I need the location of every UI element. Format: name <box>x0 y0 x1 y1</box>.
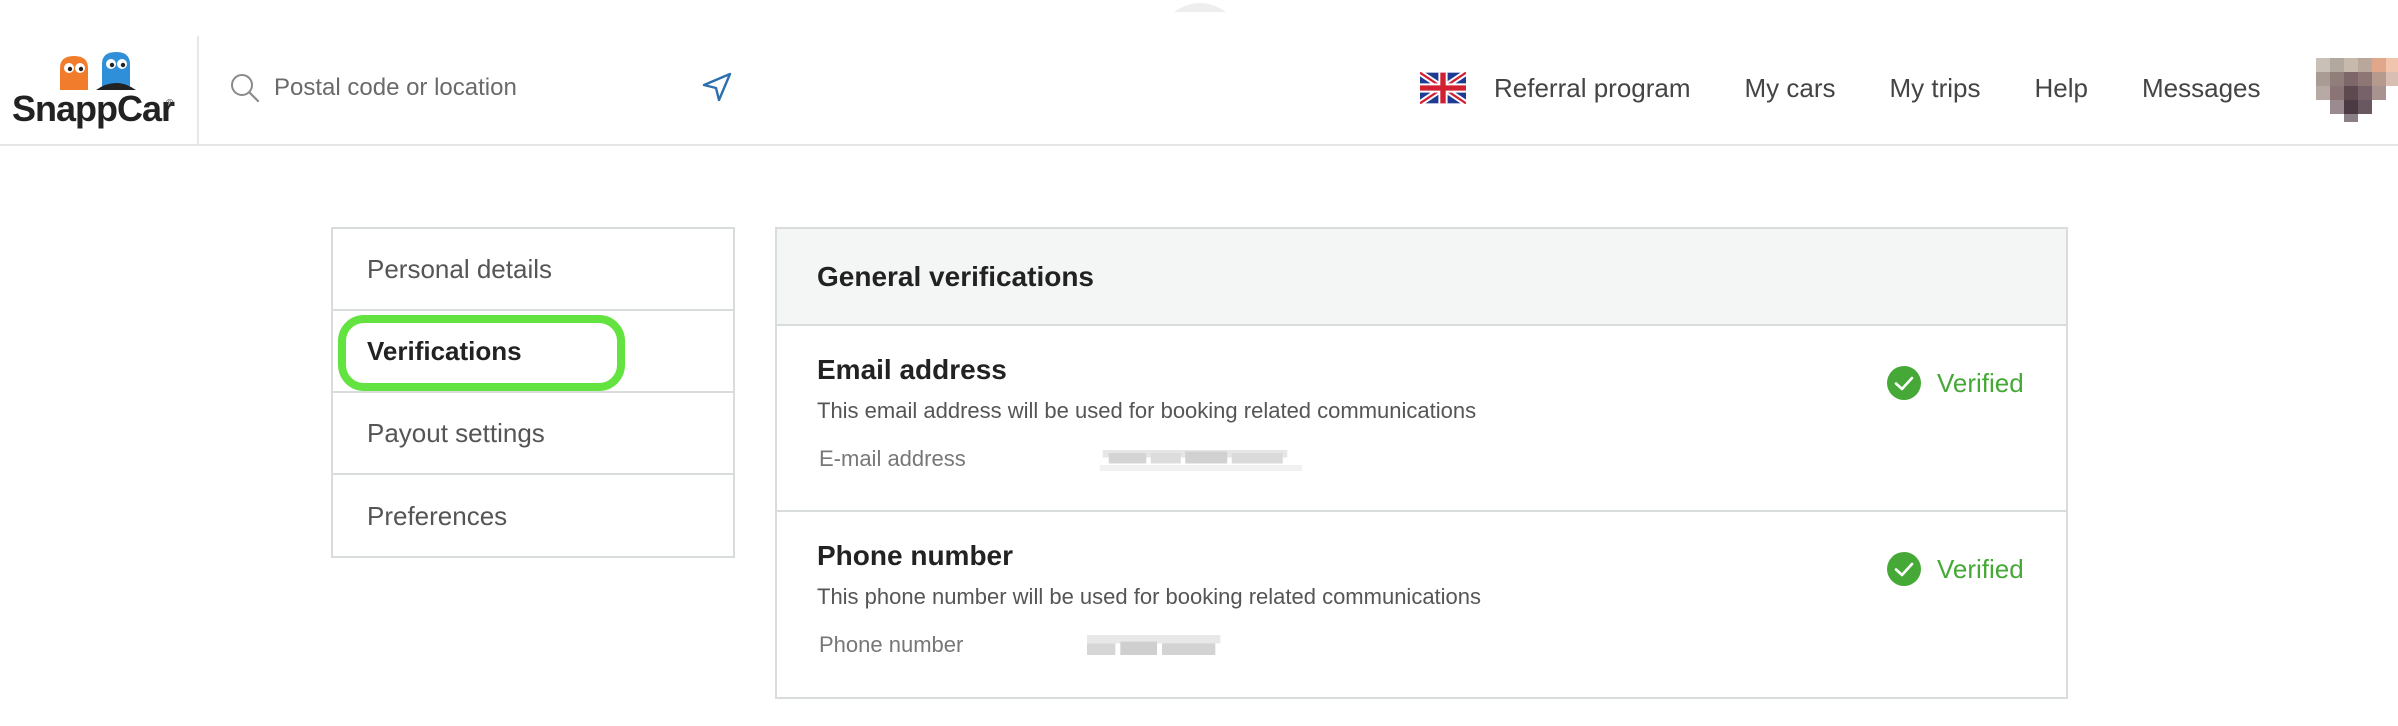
sidebar-item-label: Payout settings <box>367 417 545 448</box>
sidebar-item-preferences[interactable]: Preferences <box>333 475 733 557</box>
phone-verification-section: Phone number This phone number will be u… <box>777 512 2066 695</box>
nav-my-cars[interactable]: My cars <box>1745 73 1836 104</box>
phone-section-title: Phone number <box>817 540 1014 571</box>
email-section-title: Email address <box>817 354 1007 385</box>
phone-field-label: Phone number <box>819 632 964 657</box>
user-avatar[interactable] <box>2312 52 2398 124</box>
phone-value-redacted <box>1082 630 1232 660</box>
email-value-redacted <box>1092 444 1304 474</box>
uk-flag-icon[interactable] <box>1420 72 1466 104</box>
sidebar-item-personal-details[interactable]: Personal details <box>333 229 733 311</box>
logo-mascots-icon <box>60 52 136 90</box>
snappcar-logo[interactable]: SnappCar ® <box>12 52 175 129</box>
phone-section-description: This phone number will be used for booki… <box>817 584 1482 609</box>
phone-verified-status: Verified <box>1887 552 2024 586</box>
email-verified-status: Verified <box>1887 366 2024 400</box>
logo-wordmark: SnappCar <box>12 88 175 129</box>
sidebar-item-label: Preferences <box>367 500 508 531</box>
sidebar-item-verifications[interactable]: Verifications <box>333 311 733 393</box>
nav-help[interactable]: Help <box>2035 73 2088 104</box>
top-notch-decoration <box>1174 3 1226 12</box>
trademark-symbol: ® <box>166 98 174 109</box>
verified-label: Verified <box>1937 553 2024 584</box>
search-icon <box>231 74 260 103</box>
sidebar-item-payout-settings[interactable]: Payout settings <box>333 393 733 475</box>
email-verification-section: Email address This email address will be… <box>777 326 2066 512</box>
account-settings-menu: Personal details Verifications Payout se… <box>331 227 735 558</box>
verified-check-icon <box>1887 366 1921 400</box>
general-verifications-panel: General verifications Email address This… <box>775 227 2068 699</box>
nav-my-trips[interactable]: My trips <box>1890 73 1981 104</box>
top-navigation-bar: SnappCar ® Referral program My cars My t… <box>0 0 2398 146</box>
verified-check-icon <box>1887 552 1921 586</box>
email-field-label: E-mail address <box>819 446 966 471</box>
location-search-input[interactable] <box>274 74 674 102</box>
main-navigation: Referral program My cars My trips Help M… <box>1420 60 2307 116</box>
sidebar-item-label: Verifications <box>367 335 522 366</box>
nav-messages[interactable]: Messages <box>2142 73 2261 104</box>
email-section-description: This email address will be used for book… <box>817 398 1477 423</box>
verified-label: Verified <box>1937 367 2024 398</box>
panel-title: General verifications <box>817 260 1095 292</box>
pixelated-avatar-image <box>2312 52 2398 124</box>
current-location-icon[interactable] <box>700 70 734 104</box>
header-divider <box>197 36 199 146</box>
location-search <box>228 66 748 110</box>
nav-referral-program[interactable]: Referral program <box>1494 73 1691 104</box>
panel-header: General verifications <box>777 229 2066 326</box>
sidebar-item-label: Personal details <box>367 253 552 284</box>
